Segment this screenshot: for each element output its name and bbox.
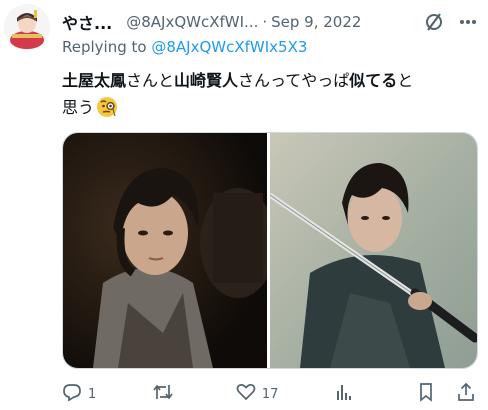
photo-right-image [270, 133, 477, 368]
text-part3: と [397, 71, 414, 90]
bookmark-icon [416, 382, 436, 406]
like-button[interactable]: 17 [236, 382, 279, 406]
tweet-header: やさ... @8AJxQWcXfWI... · Sep 9, 2022 [62, 9, 478, 35]
text-bold: 似てる [349, 71, 398, 90]
views-button[interactable] [334, 382, 360, 406]
avatar-illustration [4, 4, 50, 50]
share-button[interactable] [456, 382, 476, 406]
reply-count: 1 [88, 386, 97, 402]
text-part2: さんってやっぱ [238, 71, 350, 90]
more-icon[interactable] [458, 12, 478, 32]
photo-left-image [63, 133, 267, 368]
grok-slash-icon[interactable] [424, 12, 444, 32]
tweet-text: 土屋太鳳さんと山崎賢人さんってやっぱ似てると 思う [62, 67, 478, 126]
like-count: 17 [261, 386, 279, 402]
bookmark-button[interactable] [416, 382, 436, 406]
reply-icon [62, 382, 82, 406]
retweet-button[interactable] [152, 382, 180, 406]
like-icon [236, 382, 256, 406]
replying-prefix: Replying to [62, 38, 147, 56]
reply-button[interactable]: 1 [62, 382, 96, 406]
action-bar: 1 17 [62, 378, 476, 410]
text-part1: さんと [126, 71, 175, 90]
views-icon [334, 382, 354, 406]
text-name2: 山崎賢人 [174, 71, 239, 90]
separator-dot: · [262, 13, 268, 31]
tweet-media[interactable] [62, 132, 478, 369]
avatar[interactable] [4, 4, 50, 50]
replying-handle-link[interactable]: @8AJxQWcXfWIx5X3 [151, 38, 307, 56]
text-name1: 土屋太鳳 [62, 71, 127, 90]
tweet-date[interactable]: Sep 9, 2022 [271, 13, 361, 31]
display-name[interactable]: やさ... [62, 10, 112, 34]
user-handle[interactable]: @8AJxQWcXfWI... [126, 13, 258, 31]
photo-left[interactable] [63, 133, 267, 368]
photo-right[interactable] [270, 133, 477, 368]
replying-to-line: Replying to @8AJxQWcXfWIx5X3 [62, 38, 307, 56]
retweet-icon [152, 382, 174, 406]
share-icon [456, 382, 476, 406]
text-part4: 思う [62, 98, 95, 117]
face-with-monocle-icon [96, 96, 118, 126]
